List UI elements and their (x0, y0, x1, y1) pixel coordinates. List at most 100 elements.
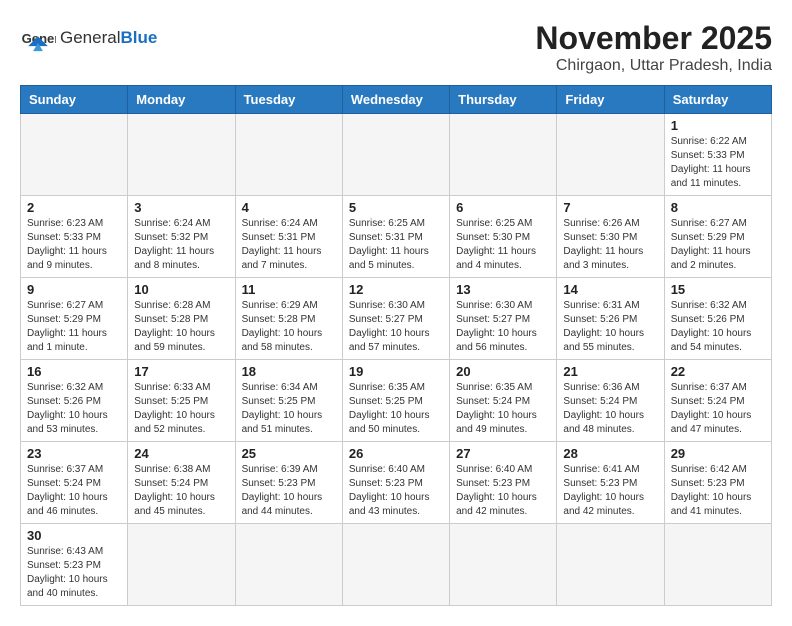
calendar-cell: 17 Sunrise: 6:33 AM Sunset: 5:25 PM Dayli… (128, 360, 235, 442)
calendar-cell: 18Sunrise: 6:34 AM Sunset: 5:25 PM Dayli… (235, 360, 342, 442)
calendar-cell: 19 Sunrise: 6:35 AM Sunset: 5:25 PM Dayli… (342, 360, 449, 442)
calendar-cell: 2 Sunrise: 6:23 AM Sunset: 5:33 PM Daylig… (21, 196, 128, 278)
day-number: 20 (456, 364, 550, 379)
day-info: Sunrise: 6:29 AM Sunset: 5:28 PM Dayligh… (242, 299, 336, 355)
calendar-cell: 3Sunrise: 6:24 AM Sunset: 5:32 PM Daylig… (128, 196, 235, 278)
day-info: Sunrise: 6:35 AM Sunset: 5:24 PM Dayligh… (456, 381, 550, 437)
day-number: 8 (671, 200, 765, 215)
calendar-week-row: 16 Sunrise: 6:32 AM Sunset: 5:26 PM Dayli… (21, 360, 772, 442)
calendar-cell: 23Sunrise: 6:37 AM Sunset: 5:24 PM Dayli… (21, 442, 128, 524)
day-number: 24 (134, 446, 228, 461)
day-info: Sunrise: 6:23 AM Sunset: 5:33 PM Dayligh… (27, 217, 121, 273)
day-info: Sunrise: 6:27 AM Sunset: 5:29 PM Dayligh… (671, 217, 765, 273)
calendar-cell: 20 Sunrise: 6:35 AM Sunset: 5:24 PM Dayli… (450, 360, 557, 442)
calendar-cell (342, 524, 449, 606)
calendar-cell: 7 Sunrise: 6:26 AM Sunset: 5:30 PM Daylig… (557, 196, 664, 278)
location-title: Chirgaon, Uttar Pradesh, India (535, 57, 772, 75)
day-info: Sunrise: 6:35 AM Sunset: 5:25 PM Dayligh… (349, 381, 443, 437)
calendar-cell: 8 Sunrise: 6:27 AM Sunset: 5:29 PM Daylig… (664, 196, 771, 278)
calendar-cell (235, 524, 342, 606)
calendar-cell (450, 114, 557, 196)
calendar-cell: 10 Sunrise: 6:28 AM Sunset: 5:28 PM Dayli… (128, 278, 235, 360)
day-info: Sunrise: 6:42 AM Sunset: 5:23 PM Dayligh… (671, 463, 765, 519)
weekday-header-monday: Monday (128, 86, 235, 114)
calendar-table: SundayMondayTuesdayWednesdayThursdayFrid… (20, 85, 772, 606)
day-number: 17 (134, 364, 228, 379)
day-number: 16 (27, 364, 121, 379)
logo-text: GeneralBlue (60, 29, 157, 48)
day-info: Sunrise: 6:28 AM Sunset: 5:28 PM Dayligh… (134, 299, 228, 355)
day-info: Sunrise: 6:25 AM Sunset: 5:31 PM Dayligh… (349, 217, 443, 273)
page-header: General GeneralBlue November 2025 Chirga… (20, 20, 772, 75)
weekday-header-thursday: Thursday (450, 86, 557, 114)
day-info: Sunrise: 6:40 AM Sunset: 5:23 PM Dayligh… (349, 463, 443, 519)
weekday-header-saturday: Saturday (664, 86, 771, 114)
calendar-week-row: 2 Sunrise: 6:23 AM Sunset: 5:33 PM Daylig… (21, 196, 772, 278)
day-number: 1 (671, 118, 765, 133)
day-info: Sunrise: 6:34 AM Sunset: 5:25 PM Dayligh… (242, 381, 336, 437)
day-number: 10 (134, 282, 228, 297)
logo: General GeneralBlue (20, 20, 157, 56)
calendar-cell (128, 114, 235, 196)
weekday-header-friday: Friday (557, 86, 664, 114)
calendar-cell: 29Sunrise: 6:42 AM Sunset: 5:23 PM Dayli… (664, 442, 771, 524)
day-number: 9 (27, 282, 121, 297)
calendar-week-row: 23Sunrise: 6:37 AM Sunset: 5:24 PM Dayli… (21, 442, 772, 524)
day-info: Sunrise: 6:24 AM Sunset: 5:31 PM Dayligh… (242, 217, 336, 273)
day-info: Sunrise: 6:32 AM Sunset: 5:26 PM Dayligh… (27, 381, 121, 437)
day-info: Sunrise: 6:33 AM Sunset: 5:25 PM Dayligh… (134, 381, 228, 437)
calendar-cell: 25Sunrise: 6:39 AM Sunset: 5:23 PM Dayli… (235, 442, 342, 524)
day-info: Sunrise: 6:38 AM Sunset: 5:24 PM Dayligh… (134, 463, 228, 519)
day-number: 12 (349, 282, 443, 297)
title-block: November 2025 Chirgaon, Uttar Pradesh, I… (535, 20, 772, 75)
day-number: 6 (456, 200, 550, 215)
calendar-cell: 30 Sunrise: 6:43 AM Sunset: 5:23 PM Dayli… (21, 524, 128, 606)
generalblue-logo-icon: General (20, 20, 56, 56)
day-number: 4 (242, 200, 336, 215)
day-info: Sunrise: 6:22 AM Sunset: 5:33 PM Dayligh… (671, 135, 765, 191)
day-info: Sunrise: 6:30 AM Sunset: 5:27 PM Dayligh… (456, 299, 550, 355)
day-info: Sunrise: 6:40 AM Sunset: 5:23 PM Dayligh… (456, 463, 550, 519)
day-info: Sunrise: 6:30 AM Sunset: 5:27 PM Dayligh… (349, 299, 443, 355)
calendar-cell (21, 114, 128, 196)
calendar-week-row: 30 Sunrise: 6:43 AM Sunset: 5:23 PM Dayli… (21, 524, 772, 606)
day-info: Sunrise: 6:27 AM Sunset: 5:29 PM Dayligh… (27, 299, 121, 355)
calendar-week-row: 9 Sunrise: 6:27 AM Sunset: 5:29 PM Daylig… (21, 278, 772, 360)
day-info: Sunrise: 6:31 AM Sunset: 5:26 PM Dayligh… (563, 299, 657, 355)
calendar-cell: 6 Sunrise: 6:25 AM Sunset: 5:30 PM Daylig… (450, 196, 557, 278)
calendar-cell: 12 Sunrise: 6:30 AM Sunset: 5:27 PM Dayli… (342, 278, 449, 360)
calendar-cell (235, 114, 342, 196)
calendar-cell: 11 Sunrise: 6:29 AM Sunset: 5:28 PM Dayli… (235, 278, 342, 360)
day-number: 19 (349, 364, 443, 379)
day-number: 2 (27, 200, 121, 215)
day-number: 7 (563, 200, 657, 215)
day-info: Sunrise: 6:32 AM Sunset: 5:26 PM Dayligh… (671, 299, 765, 355)
day-info: Sunrise: 6:39 AM Sunset: 5:23 PM Dayligh… (242, 463, 336, 519)
calendar-cell: 21Sunrise: 6:36 AM Sunset: 5:24 PM Dayli… (557, 360, 664, 442)
day-info: Sunrise: 6:43 AM Sunset: 5:23 PM Dayligh… (27, 545, 121, 601)
day-number: 22 (671, 364, 765, 379)
calendar-cell: 22 Sunrise: 6:37 AM Sunset: 5:24 PM Dayli… (664, 360, 771, 442)
day-number: 13 (456, 282, 550, 297)
day-number: 21 (563, 364, 657, 379)
calendar-cell: 16 Sunrise: 6:32 AM Sunset: 5:26 PM Dayli… (21, 360, 128, 442)
day-number: 15 (671, 282, 765, 297)
weekday-header-wednesday: Wednesday (342, 86, 449, 114)
calendar-cell: 5 Sunrise: 6:25 AM Sunset: 5:31 PM Daylig… (342, 196, 449, 278)
day-info: Sunrise: 6:26 AM Sunset: 5:30 PM Dayligh… (563, 217, 657, 273)
day-info: Sunrise: 6:37 AM Sunset: 5:24 PM Dayligh… (671, 381, 765, 437)
calendar-cell: 14 Sunrise: 6:31 AM Sunset: 5:26 PM Dayli… (557, 278, 664, 360)
day-number: 11 (242, 282, 336, 297)
calendar-cell (342, 114, 449, 196)
calendar-cell (557, 114, 664, 196)
day-number: 23 (27, 446, 121, 461)
day-number: 5 (349, 200, 443, 215)
calendar-cell: 13 Sunrise: 6:30 AM Sunset: 5:27 PM Dayli… (450, 278, 557, 360)
calendar-cell (664, 524, 771, 606)
day-info: Sunrise: 6:41 AM Sunset: 5:23 PM Dayligh… (563, 463, 657, 519)
weekday-header-sunday: Sunday (21, 86, 128, 114)
day-info: Sunrise: 6:25 AM Sunset: 5:30 PM Dayligh… (456, 217, 550, 273)
day-number: 30 (27, 528, 121, 543)
weekday-header-row: SundayMondayTuesdayWednesdayThursdayFrid… (21, 86, 772, 114)
day-number: 14 (563, 282, 657, 297)
